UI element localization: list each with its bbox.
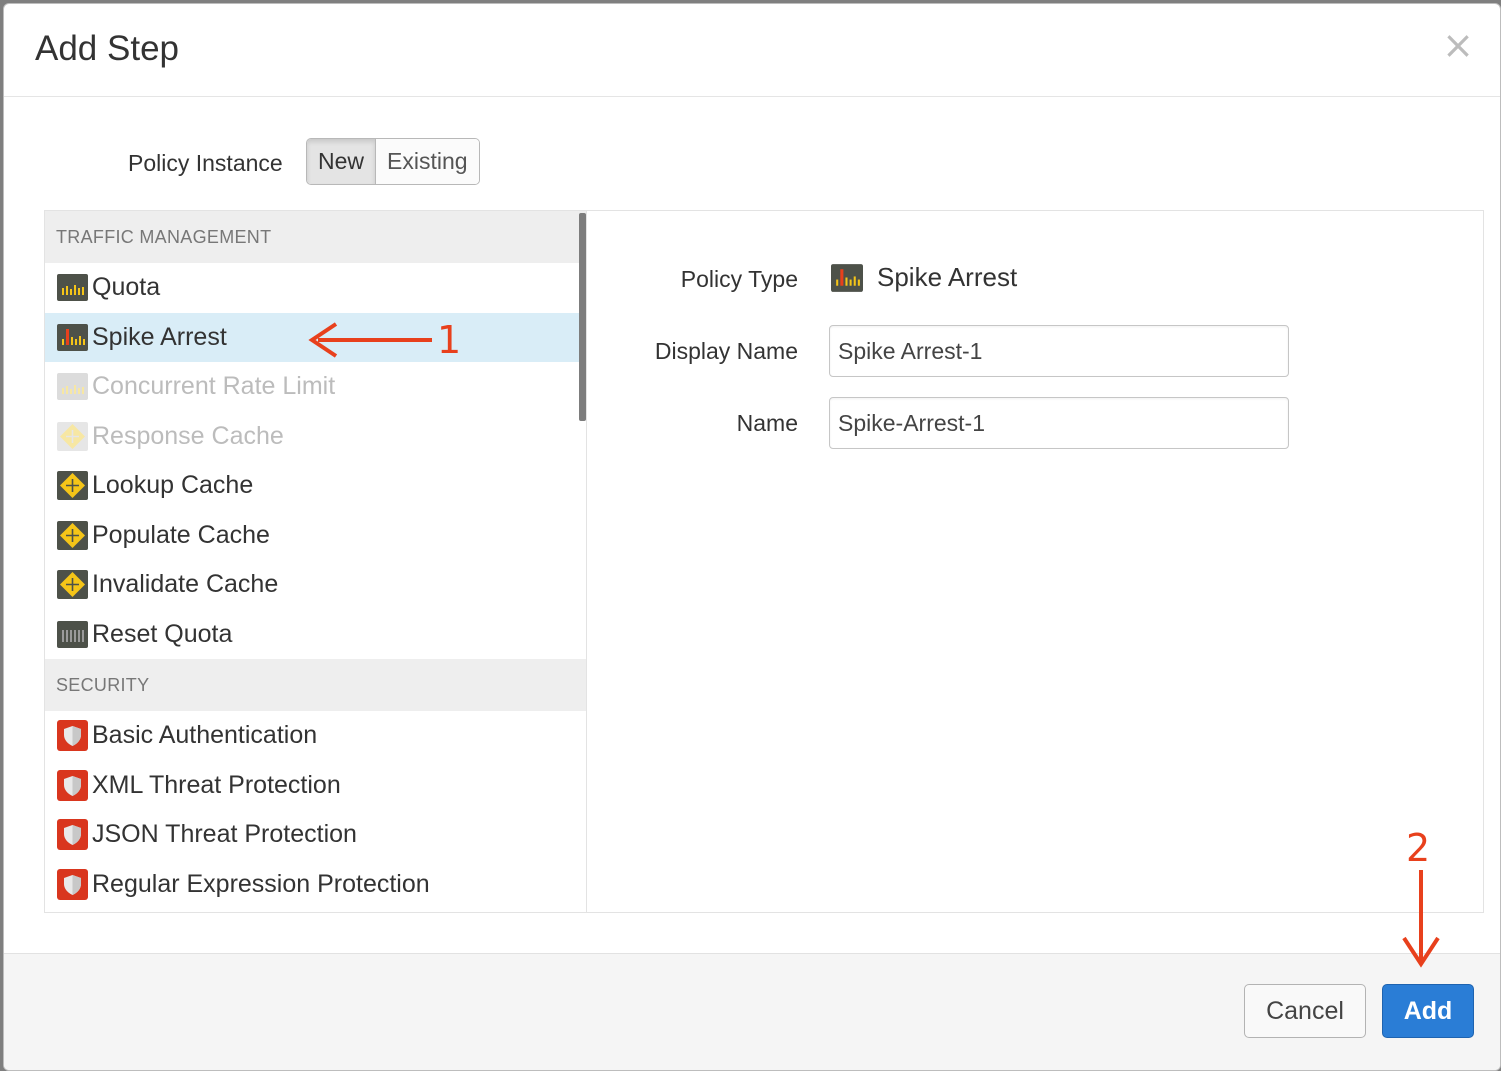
policy-item-label: JSON Threat Protection [92, 820, 357, 849]
policy-item-basic-authentication[interactable]: Basic Authentication [45, 711, 586, 761]
shield-icon [56, 769, 88, 801]
cache-icon [56, 570, 88, 600]
annotation-arrow-2 [1402, 870, 1440, 968]
policy-item-invalidate-cache[interactable]: Invalidate Cache [45, 560, 586, 610]
shield-icon [56, 819, 88, 851]
annotation-label-1: 1 [437, 318, 462, 362]
policy-instance-label: Policy Instance [128, 150, 283, 176]
close-icon[interactable]: × [1442, 26, 1474, 64]
policy-item-label: XML Threat Protection [92, 770, 341, 799]
policy-instance-toggle: New Existing [306, 138, 480, 185]
policy-item-label: Populate Cache [92, 520, 270, 549]
spike-arrest-icon [56, 323, 88, 351]
policy-item-label: Reset Quota [92, 619, 233, 648]
policy-item-response-cache: Response Cache [45, 412, 586, 462]
policy-type-text: Spike Arrest [877, 262, 1018, 292]
policy-type-value: Spike Arrest [831, 262, 1017, 293]
cancel-button[interactable]: Cancel [1244, 984, 1366, 1038]
dialog-header: Add Step × [4, 4, 1500, 97]
policy-item-label: Lookup Cache [92, 471, 254, 500]
spike-arrest-icon [831, 263, 863, 293]
policy-list-scrollbar[interactable] [579, 213, 586, 421]
policy-item-concurrent-rate-limit: Concurrent Rate Limit [45, 362, 586, 412]
annotation-arrow-1 [308, 322, 432, 358]
display-name-label: Display Name [654, 338, 798, 364]
existing-toggle-button[interactable]: Existing [376, 139, 479, 184]
dialog-footer: Cancel Add [4, 953, 1500, 1070]
policy-item-label: Spike Arrest [92, 322, 227, 351]
name-field[interactable]: Spike-Arrest-1 [829, 397, 1289, 449]
section-header-traffic-management: TRAFFIC MANAGEMENT [45, 211, 586, 263]
add-step-dialog: Add Step × Policy Instance New Existing … [3, 3, 1501, 1071]
policy-type-label: Policy Type [680, 266, 798, 292]
policy-panel: TRAFFIC MANAGEMENT Quota Spike Arrest Co… [44, 210, 1484, 913]
new-toggle-button[interactable]: New [307, 139, 377, 184]
policy-item-reset-quota[interactable]: Reset Quota [45, 610, 586, 660]
policy-list[interactable]: TRAFFIC MANAGEMENT Quota Spike Arrest Co… [45, 211, 587, 912]
annotation-label-2: 2 [1406, 826, 1431, 870]
policy-item-lookup-cache[interactable]: Lookup Cache [45, 461, 586, 511]
policy-item-label: Quota [92, 273, 161, 302]
shield-icon [56, 868, 88, 900]
policy-form: Policy Type Spike Arrest Display Name Sp… [588, 211, 1483, 912]
reset-quota-icon [56, 620, 88, 648]
cache-icon [56, 421, 88, 451]
name-label: Name [736, 410, 798, 436]
policy-item-label: Basic Authentication [92, 721, 318, 750]
shield-icon [56, 720, 88, 752]
policy-item-quota[interactable]: Quota [45, 263, 586, 313]
policy-item-xml-threat-protection[interactable]: XML Threat Protection [45, 761, 586, 811]
quota-icon [56, 274, 88, 302]
policy-item-label: Invalidate Cache [92, 570, 279, 599]
dialog-title: Add Step [35, 29, 179, 68]
section-header-security: SECURITY [45, 659, 586, 711]
display-name-field[interactable]: Spike Arrest-1 [829, 325, 1289, 377]
cache-icon [56, 520, 88, 550]
policy-item-populate-cache[interactable]: Populate Cache [45, 511, 586, 561]
concurrent-rate-limit-icon [56, 373, 88, 401]
policy-item-label: Response Cache [92, 421, 284, 450]
cache-icon [56, 471, 88, 501]
policy-item-label: Concurrent Rate Limit [92, 372, 336, 401]
policy-item-label: Regular Expression Protection [92, 869, 430, 898]
policy-item-json-threat-protection[interactable]: JSON Threat Protection [45, 810, 586, 860]
policy-item-regular-expression-protection[interactable]: Regular Expression Protection [45, 860, 586, 910]
add-button[interactable]: Add [1382, 984, 1474, 1038]
